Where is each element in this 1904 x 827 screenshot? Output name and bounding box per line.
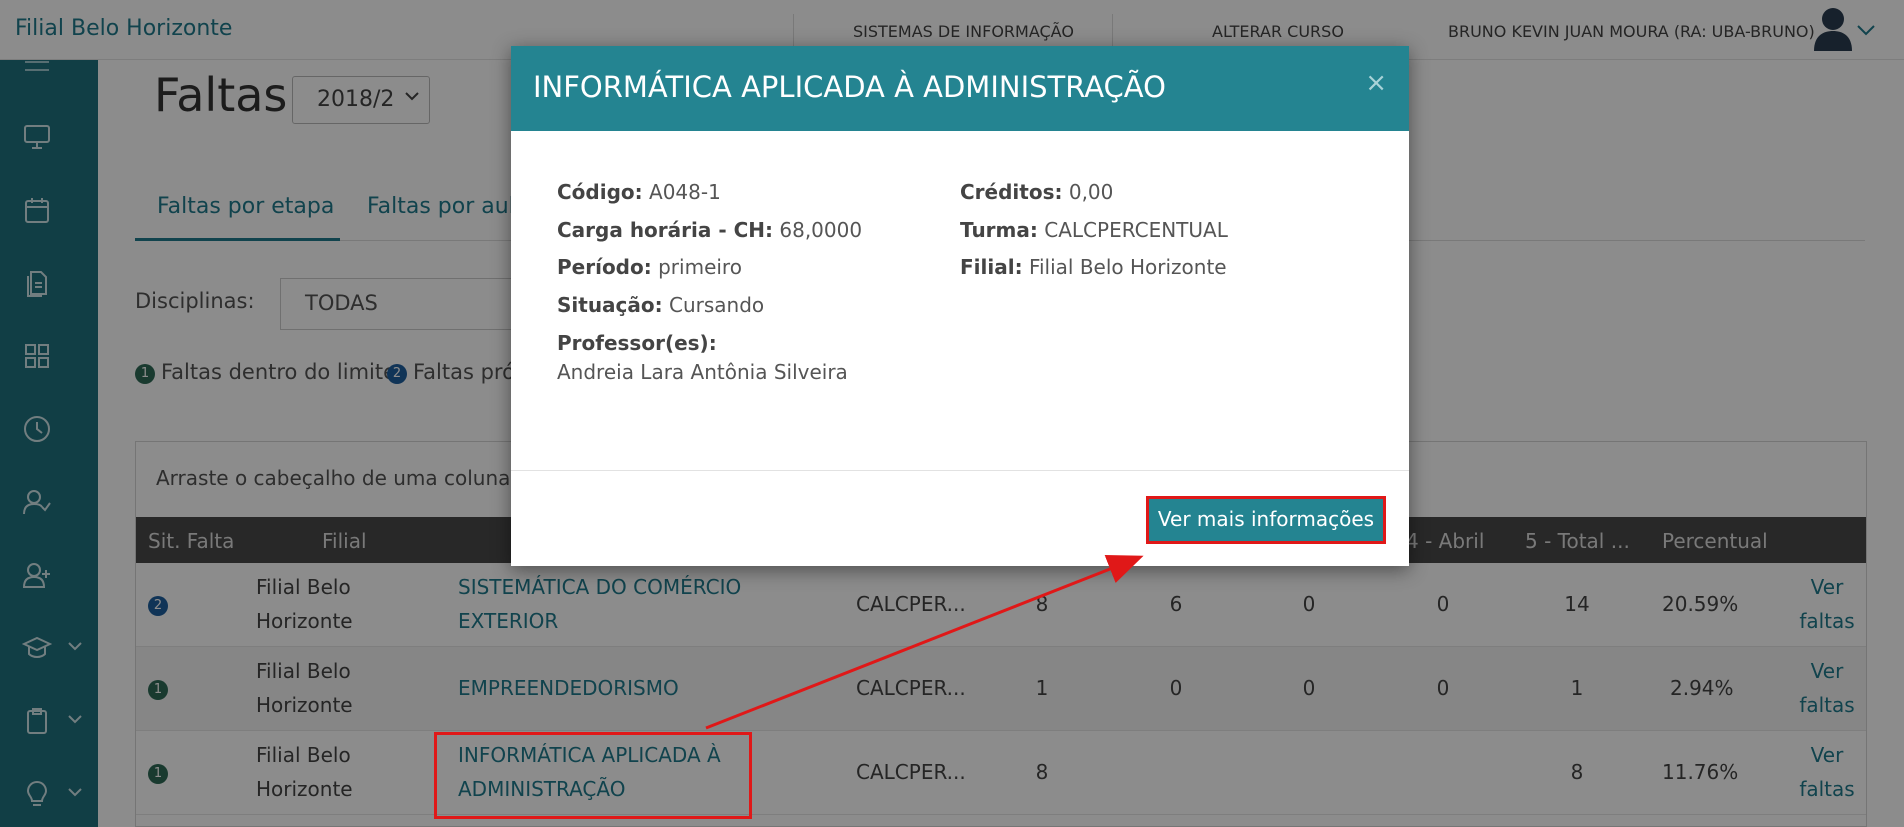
field-situacao: Situação: Cursando [557,293,765,317]
field-carga-horaria: Carga horária - CH: 68,0000 [557,218,863,242]
close-icon[interactable]: × [1365,68,1387,98]
modal-title: INFORMÁTICA APLICADA À ADMINISTRAÇÃO [533,70,1166,104]
ver-mais-informacoes-button[interactable]: Ver mais informações [1146,496,1386,544]
field-turma: Turma: CALCPERCENTUAL [960,218,1228,242]
field-professor-label: Professor(es): [557,331,717,355]
highlight-box [434,732,752,819]
field-codigo: Código: A048-1 [557,180,721,204]
modal-header: INFORMÁTICA APLICADA À ADMINISTRAÇÃO × [511,46,1409,131]
field-filial: Filial: Filial Belo Horizonte [960,255,1227,279]
field-periodo: Período: primeiro [557,255,742,279]
field-professor: Andreia Lara Antônia Silveira [557,360,848,384]
course-details-modal: INFORMÁTICA APLICADA À ADMINISTRAÇÃO × C… [511,46,1409,566]
field-creditos: Créditos: 0,00 [960,180,1114,204]
modal-divider [511,470,1409,471]
